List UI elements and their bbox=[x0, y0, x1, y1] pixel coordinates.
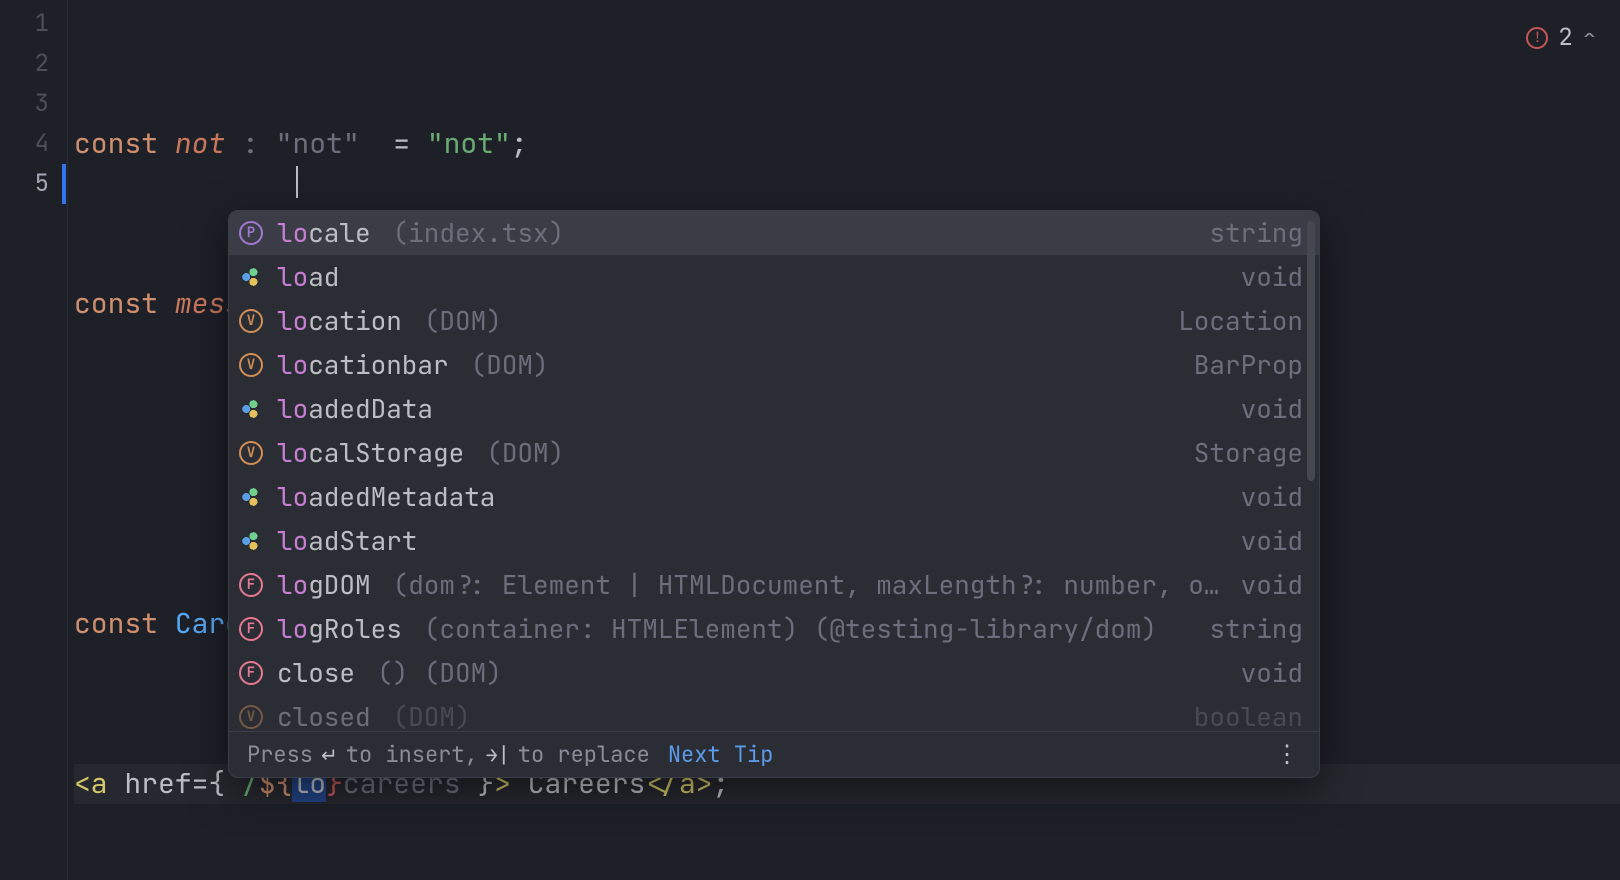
chevron-up-icon[interactable]: ⌃ bbox=[1583, 18, 1596, 58]
error-count: 2 bbox=[1558, 18, 1572, 58]
completion-detail: (container: HTMLElement) (@testing-libra… bbox=[424, 609, 1157, 649]
problems-indicator[interactable]: ! 2 ⌃ bbox=[1526, 18, 1596, 58]
completion-item[interactable]: Vlocationbar (DOM) BarProp bbox=[229, 343, 1319, 387]
inlay-hint: : "not" bbox=[225, 125, 376, 162]
completion-name: load bbox=[277, 257, 339, 297]
completion-name: localStorage bbox=[277, 433, 464, 473]
code-line[interactable]: const not : "not" = "not"; bbox=[74, 124, 1620, 164]
active-line-marker bbox=[62, 164, 66, 204]
completion-type: BarProp bbox=[1194, 345, 1303, 385]
completion-type: void bbox=[1241, 565, 1303, 605]
completion-name: logDOM bbox=[277, 565, 371, 605]
completion-item[interactable]: loadedData void bbox=[229, 387, 1319, 431]
completion-name: locationbar bbox=[277, 345, 449, 385]
completion-name: loadStart bbox=[277, 521, 417, 561]
footer-text: Press bbox=[247, 735, 313, 775]
completion-footer: Press ↵ to insert, →| to replace Next Ti… bbox=[229, 731, 1319, 777]
identifier: not bbox=[175, 125, 225, 162]
completion-item[interactable]: loadedMetadata void bbox=[229, 475, 1319, 519]
completion-type: string bbox=[1209, 609, 1303, 649]
line-number: 3 bbox=[0, 84, 67, 124]
operator: = bbox=[192, 765, 209, 802]
completion-name: locale bbox=[277, 213, 371, 253]
completion-popup[interactable]: Plocale(index.tsx)stringloadvoidVlocatio… bbox=[228, 210, 1320, 778]
completion-item[interactable]: FlogDOM (dom?: Element | HTMLDocument, ma… bbox=[229, 563, 1319, 607]
next-tip-link[interactable]: Next Tip bbox=[668, 735, 774, 775]
completion-kind-icon bbox=[239, 529, 263, 553]
jsx-attr: href bbox=[124, 765, 191, 802]
completion-name: logRoles bbox=[277, 609, 402, 649]
completion-kind-icon: V bbox=[239, 705, 263, 729]
completion-kind-icon bbox=[239, 397, 263, 421]
completion-name: loadedMetadata bbox=[277, 477, 495, 517]
error-icon: ! bbox=[1526, 27, 1548, 49]
completion-detail: (dom?: Element | HTMLDocument, maxLength… bbox=[393, 565, 1220, 605]
completion-name: closed bbox=[277, 697, 371, 731]
brace: { bbox=[208, 765, 225, 802]
scrollbar-thumb[interactable] bbox=[1307, 221, 1315, 481]
completion-name: location bbox=[277, 301, 402, 341]
text-cursor bbox=[296, 166, 298, 198]
footer-text: to insert, bbox=[346, 735, 478, 775]
completion-type: void bbox=[1241, 521, 1303, 561]
completion-kind-icon: F bbox=[239, 661, 263, 685]
completion-item[interactable]: Vclosed (DOM) boolean bbox=[229, 695, 1319, 731]
completion-type: void bbox=[1241, 477, 1303, 517]
completion-list[interactable]: Plocale(index.tsx)stringloadvoidVlocatio… bbox=[229, 211, 1319, 731]
completion-detail: (DOM) bbox=[393, 697, 471, 731]
tab-key-icon: →| bbox=[486, 735, 510, 775]
completion-type: void bbox=[1241, 257, 1303, 297]
completion-detail: (DOM) bbox=[471, 345, 549, 385]
completion-item[interactable]: Plocale (index.tsx) string bbox=[229, 211, 1319, 255]
jsx-tag: <a bbox=[74, 765, 124, 802]
completion-detail: () (DOM) bbox=[377, 653, 502, 693]
keyword-const: const bbox=[74, 125, 175, 162]
string-literal: "not" bbox=[427, 125, 511, 162]
completion-kind-icon: F bbox=[239, 573, 263, 597]
line-number-gutter: 1 2 3 4 5 bbox=[0, 0, 68, 880]
completion-kind-icon: V bbox=[239, 441, 263, 465]
completion-item[interactable]: Fclose () (DOM) void bbox=[229, 651, 1319, 695]
completion-type: Storage bbox=[1194, 433, 1303, 473]
completion-type: string bbox=[1209, 213, 1303, 253]
completion-detail: (index.tsx) bbox=[393, 213, 565, 253]
completion-kind-icon: P bbox=[239, 221, 263, 245]
completion-item[interactable]: load void bbox=[229, 255, 1319, 299]
completion-type: Location bbox=[1178, 301, 1303, 341]
completion-item[interactable]: FlogRoles (container: HTMLElement) (@test… bbox=[229, 607, 1319, 651]
completion-item[interactable]: Vlocation (DOM) Location bbox=[229, 299, 1319, 343]
enter-key-icon: ↵ bbox=[321, 735, 338, 775]
completion-name: loadedData bbox=[277, 389, 433, 429]
kebab-menu-icon[interactable]: ⋮ bbox=[1275, 735, 1301, 775]
line-number: 2 bbox=[0, 44, 67, 84]
completion-name: close bbox=[277, 653, 355, 693]
completion-kind-icon: V bbox=[239, 353, 263, 377]
completion-type: void bbox=[1241, 389, 1303, 429]
completion-type: void bbox=[1241, 653, 1303, 693]
punct: ; bbox=[511, 125, 528, 162]
line-number: 1 bbox=[0, 4, 67, 44]
completion-item[interactable]: VlocalStorage (DOM) Storage bbox=[229, 431, 1319, 475]
line-number: 5 bbox=[0, 164, 67, 204]
code-editor[interactable]: 1 2 3 4 5 const not : "not" = "not"; con… bbox=[0, 0, 1620, 880]
line-number: 4 bbox=[0, 124, 67, 164]
footer-text: to replace bbox=[518, 735, 650, 775]
completion-kind-icon bbox=[239, 485, 263, 509]
completion-item[interactable]: loadStart void bbox=[229, 519, 1319, 563]
keyword-const: const bbox=[74, 285, 175, 322]
completion-detail: (DOM) bbox=[486, 433, 564, 473]
completion-kind-icon: F bbox=[239, 617, 263, 641]
completion-type: boolean bbox=[1194, 697, 1303, 731]
completion-detail: (DOM) bbox=[424, 301, 502, 341]
operator: = bbox=[376, 125, 426, 162]
completion-kind-icon: V bbox=[239, 309, 263, 333]
keyword-const: const bbox=[74, 605, 175, 642]
completion-kind-icon bbox=[239, 265, 263, 289]
